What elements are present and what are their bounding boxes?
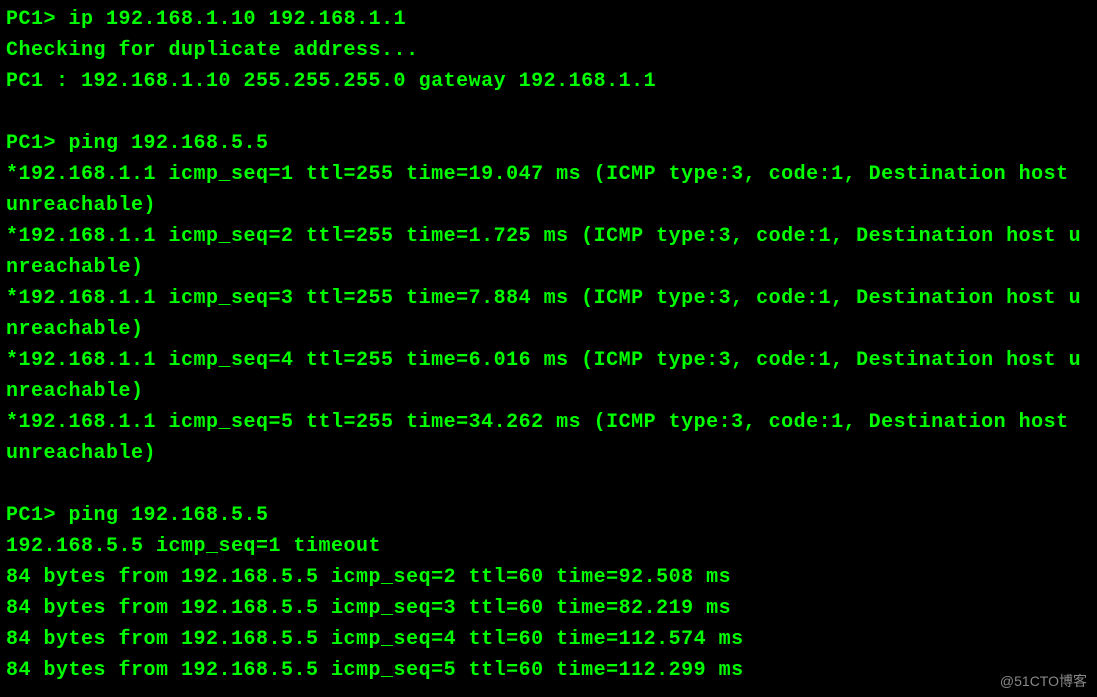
output-line: *192.168.1.1 icmp_seq=5 ttl=255 time=34.… xyxy=(6,411,1081,465)
output-line: 84 bytes from 192.168.5.5 icmp_seq=2 ttl… xyxy=(6,566,731,589)
output-line: PC1 : 192.168.1.10 255.255.255.0 gateway… xyxy=(6,70,656,93)
output-line: *192.168.1.1 icmp_seq=4 ttl=255 time=6.0… xyxy=(6,349,1081,403)
watermark: @51CTO博客 xyxy=(1000,671,1087,691)
command-ping: ping 192.168.5.5 xyxy=(69,504,269,527)
prompt: PC1> xyxy=(6,132,56,155)
output-line: 84 bytes from 192.168.5.5 icmp_seq=5 ttl… xyxy=(6,659,744,682)
prompt: PC1> xyxy=(6,504,56,527)
output-line: *192.168.1.1 icmp_seq=2 ttl=255 time=1.7… xyxy=(6,225,1081,279)
prompt: PC1> xyxy=(6,8,56,31)
output-line: *192.168.1.1 icmp_seq=3 ttl=255 time=7.8… xyxy=(6,287,1081,341)
output-line: Checking for duplicate address... xyxy=(6,39,419,62)
command-ip: ip 192.168.1.10 192.168.1.1 xyxy=(69,8,407,31)
output-line: 84 bytes from 192.168.5.5 icmp_seq=4 ttl… xyxy=(6,628,744,651)
terminal-output[interactable]: PC1> ip 192.168.1.10 192.168.1.1 Checkin… xyxy=(0,0,1097,697)
output-line: 192.168.5.5 icmp_seq=1 timeout xyxy=(6,535,381,558)
output-line: 84 bytes from 192.168.5.5 icmp_seq=3 ttl… xyxy=(6,597,731,620)
command-ping: ping 192.168.5.5 xyxy=(69,132,269,155)
output-line: *192.168.1.1 icmp_seq=1 ttl=255 time=19.… xyxy=(6,163,1081,217)
